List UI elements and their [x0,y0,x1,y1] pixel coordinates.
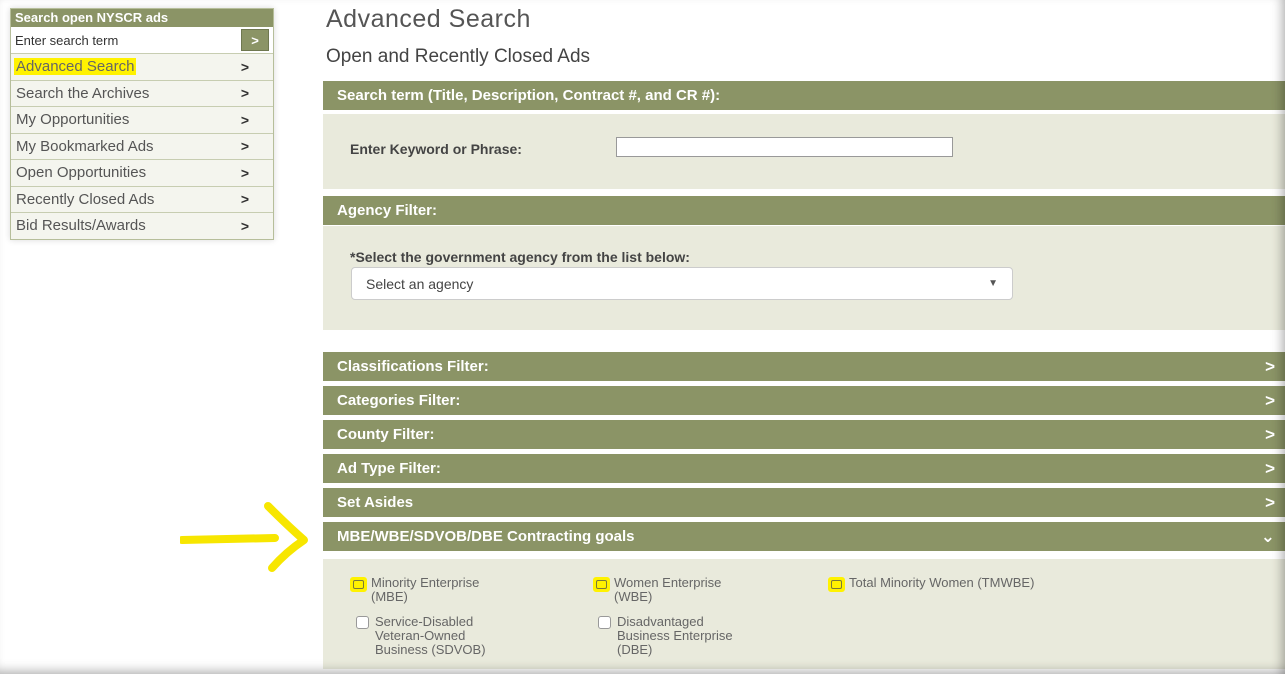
option-line: Veteran-Owned [375,628,466,643]
keyword-label: Enter Keyword or Phrase: [350,141,522,157]
sidebar-item-label: Open Opportunities [16,164,147,182]
classifications-filter-toggle[interactable]: Classifications Filter: > [323,352,1285,381]
sidebar-item-advanced-search[interactable]: Advanced Search > [11,54,273,81]
section-title: Set Asides [337,494,414,511]
agency-filter-panel: *Select the government agency from the l… [323,226,1285,330]
sidebar-item-label: Advanced Search [14,58,137,76]
chevron-right-icon: > [1265,356,1275,376]
sidebar-item-open-opportunities[interactable]: Open Opportunities > [11,160,273,187]
checkbox-tmwbe[interactable] [828,577,845,592]
sidebar-heading: Search open NYSCR ads [11,9,273,27]
option-line: (MBE) [371,589,408,604]
set-asides-toggle[interactable]: Set Asides > [323,488,1285,517]
mbe-option[interactable]: Minority Enterprise (MBE) [350,576,479,604]
chevron-right-icon: > [1265,390,1275,410]
categories-filter-toggle[interactable]: Categories Filter: > [323,386,1285,415]
option-line: Business Enterprise [617,628,733,643]
page-title: Advanced Search [326,5,531,33]
option-label: Disadvantaged Business Enterprise (DBE) [617,615,733,657]
option-line: (WBE) [614,589,653,604]
chevron-right-icon: > [240,58,249,75]
chevron-down-icon: ⌄ [1260,526,1275,546]
chevron-right-icon: > [240,85,249,102]
search-term-header: Search term (Title, Description, Contrac… [323,81,1285,110]
agency-select-value: Select an agency [366,275,474,292]
option-label: Total Minority Women (TMWBE) [849,575,1035,590]
chevron-right-icon: > [240,191,249,208]
agency-select[interactable]: Select an agency ▼ [351,267,1013,300]
chevron-right-icon: > [240,111,249,128]
annotation-arrow-icon [180,502,308,572]
agency-filter-header: Agency Filter: [323,196,1285,225]
section-title: County Filter: [337,426,435,443]
sdvob-option[interactable]: Service-Disabled Veteran-Owned Business … [356,615,486,657]
section-title: MBE/WBE/SDVOB/DBE Contracting goals [337,528,635,545]
search-term-panel: Enter Keyword or Phrase: [323,114,1285,189]
option-line: (DBE) [617,642,653,657]
section-title: Categories Filter: [337,392,461,409]
option-line: Business (SDVOB) [375,642,486,657]
chevron-right-icon: > [1265,424,1275,444]
option-line: Service-Disabled [375,614,474,629]
section-title: Search term (Title, Description, Contrac… [337,87,721,104]
sidebar-item-my-opportunities[interactable]: My Opportunities > [11,107,273,134]
contracting-goals-toggle[interactable]: MBE/WBE/SDVOB/DBE Contracting goals ⌄ [323,522,1285,551]
option-label: Women Enterprise (WBE) [614,576,721,604]
search-go-button[interactable]: > [241,29,269,51]
sidebar-item-my-bookmarked-ads[interactable]: My Bookmarked Ads > [11,133,273,160]
chevron-right-icon: > [240,138,249,155]
sidebar-item-search-archives[interactable]: Search the Archives > [11,80,273,107]
chevron-right-icon: > [1265,492,1275,512]
sidebar-search: > [11,27,273,54]
county-filter-toggle[interactable]: County Filter: > [323,420,1285,449]
section-title: Agency Filter: [337,202,438,219]
sidebar-item-label: My Bookmarked Ads [16,137,154,155]
chevron-right-icon: > [240,164,249,181]
chevron-right-icon: > [240,217,249,234]
option-line: Women Enterprise [614,575,722,590]
option-line: Disadvantaged [617,614,704,629]
contracting-goals-panel: Minority Enterprise (MBE) Women Enterpri… [323,559,1285,669]
caret-down-icon: ▼ [988,278,998,289]
dbe-option[interactable]: Disadvantaged Business Enterprise (DBE) [598,615,733,657]
option-line: Minority Enterprise [371,575,480,590]
sidebar-item-recently-closed-ads[interactable]: Recently Closed Ads > [11,186,273,213]
ad-type-filter-toggle[interactable]: Ad Type Filter: > [323,454,1285,483]
sidebar: Search open NYSCR ads > Advanced Search … [10,8,274,240]
sidebar-item-label: Recently Closed Ads [16,190,155,208]
option-label: Minority Enterprise (MBE) [371,576,479,604]
checkbox-mbe[interactable] [350,577,367,592]
search-input[interactable] [11,29,241,51]
sidebar-item-label: Bid Results/Awards [16,217,146,235]
wbe-option[interactable]: Women Enterprise (WBE) [593,576,721,604]
chevron-right-icon: > [1265,458,1275,478]
checkbox-dbe[interactable] [598,616,611,629]
agency-label: *Select the government agency from the l… [350,249,690,265]
page-subtitle: Open and Recently Closed Ads [326,46,591,67]
option-label: Service-Disabled Veteran-Owned Business … [375,615,486,657]
checkbox-wbe[interactable] [593,577,610,592]
sidebar-item-bid-results[interactable]: Bid Results/Awards > [11,213,273,239]
sidebar-item-label: Search the Archives [16,84,150,102]
section-title: Classifications Filter: [337,358,489,375]
checkbox-sdvob[interactable] [356,616,369,629]
section-title: Ad Type Filter: [337,460,441,477]
tmwbe-option[interactable]: Total Minority Women (TMWBE) [828,576,1034,592]
keyword-input[interactable] [616,137,953,157]
sidebar-item-label: My Opportunities [16,111,130,129]
